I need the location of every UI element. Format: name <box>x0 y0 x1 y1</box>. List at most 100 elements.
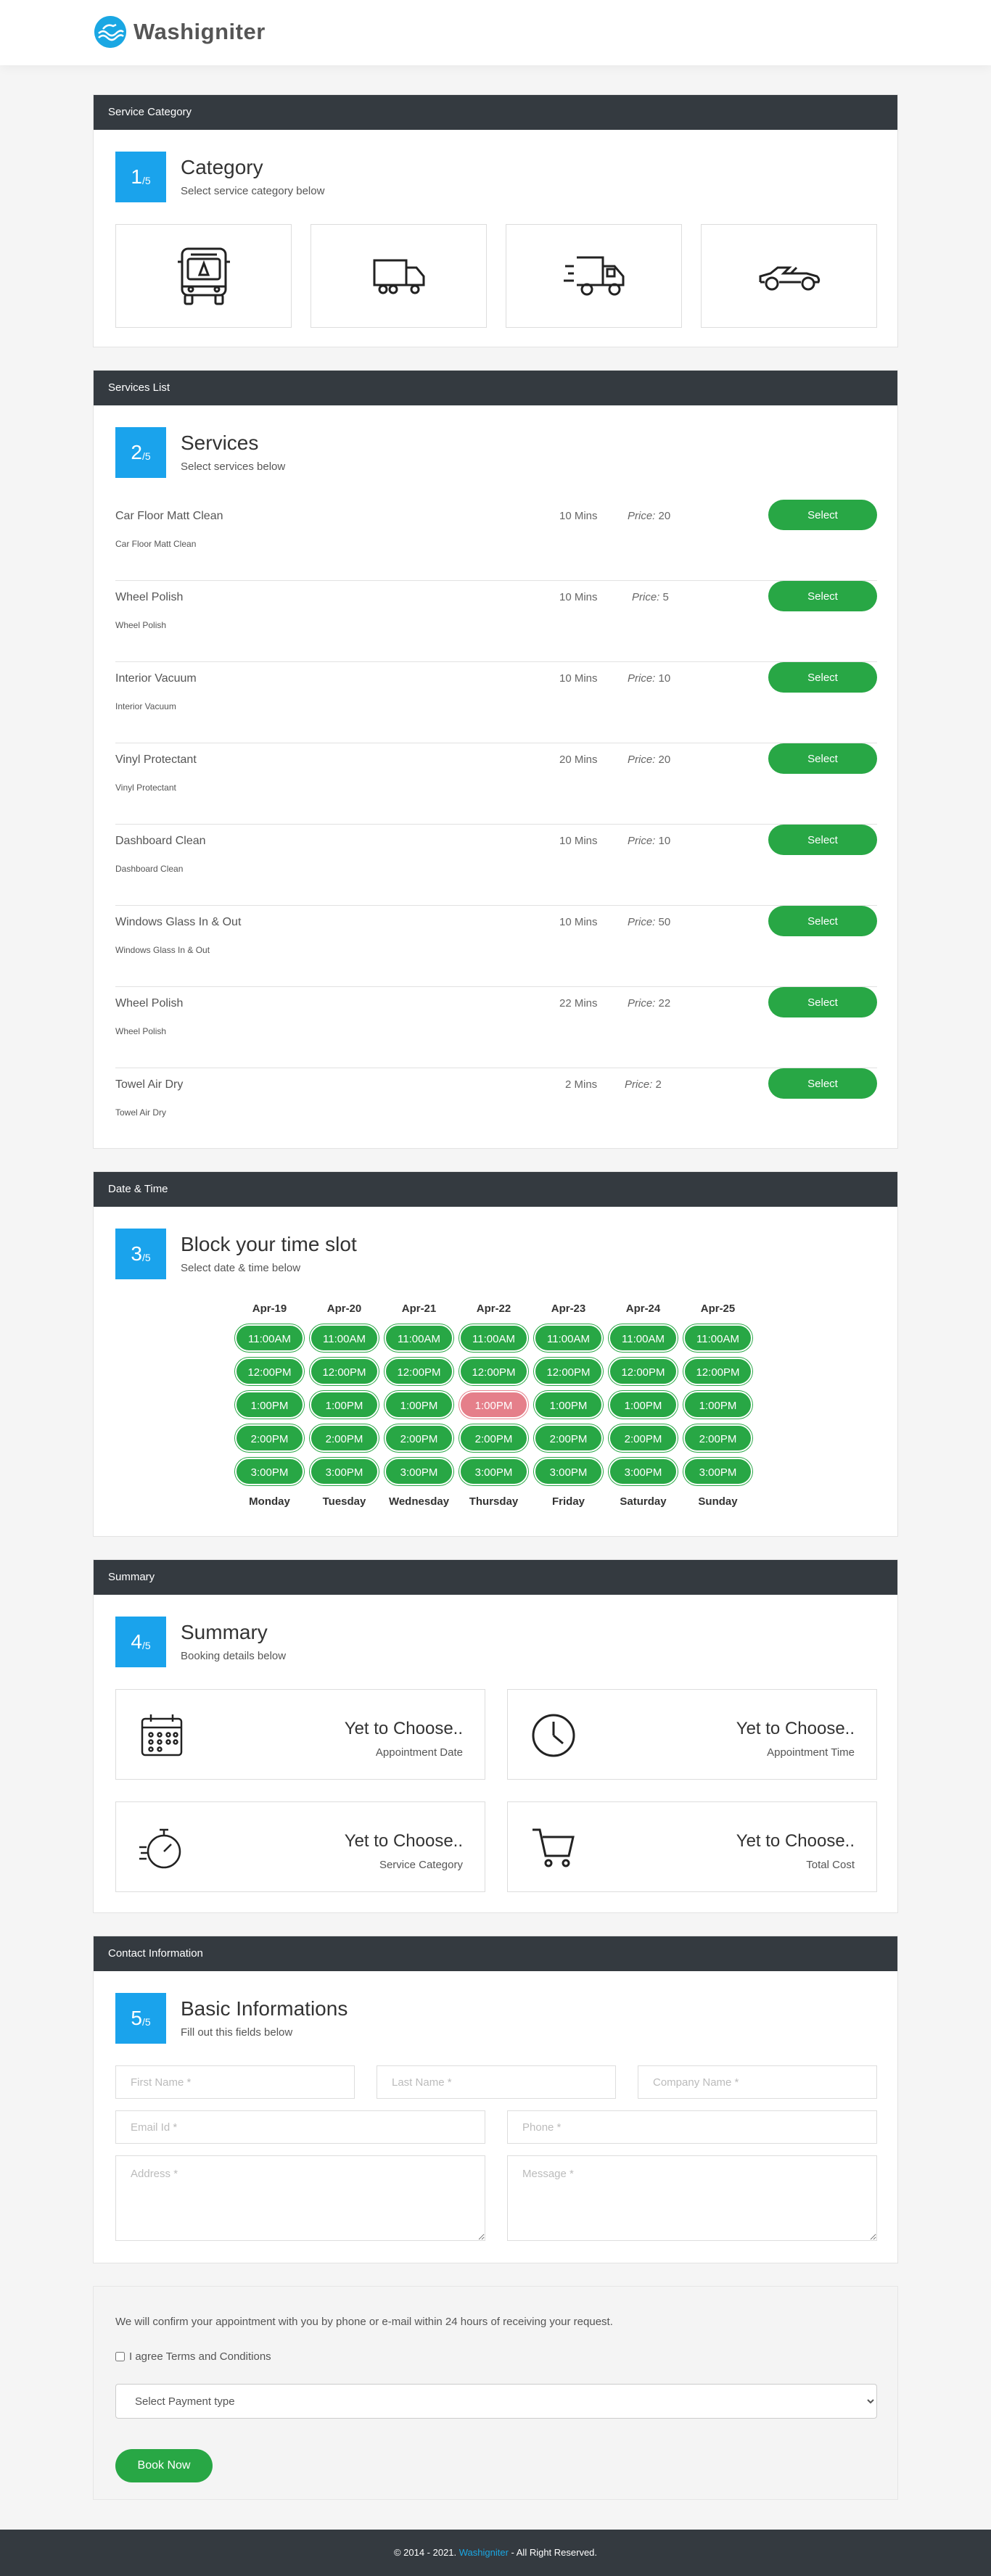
select-button[interactable]: Select <box>768 987 877 1017</box>
step-badge: 1/5 <box>115 152 166 202</box>
time-slot[interactable]: 3:00PM <box>459 1458 528 1485</box>
brand[interactable]: Washigniter <box>94 16 266 48</box>
time-slot[interactable]: 11:00AM <box>310 1324 379 1352</box>
category-truck[interactable] <box>311 224 487 328</box>
company-name-field[interactable] <box>638 2065 877 2099</box>
time-slot[interactable]: 1:00PM <box>385 1391 453 1419</box>
time-slot[interactable]: 11:00AM <box>534 1324 603 1352</box>
category-delivery[interactable] <box>506 224 682 328</box>
summary-section: Summary 4/5 Summary Booking details belo… <box>93 1559 898 1913</box>
time-slot[interactable]: 12:00PM <box>385 1358 453 1385</box>
time-slot[interactable]: 2:00PM <box>534 1424 603 1452</box>
step-badge: 2/5 <box>115 427 166 478</box>
time-slot[interactable]: 11:00AM <box>385 1324 453 1352</box>
time-slot[interactable]: 2:00PM <box>609 1424 678 1452</box>
time-slot[interactable]: 3:00PM <box>385 1458 453 1485</box>
terms-checkbox-label[interactable]: I agree Terms and Conditions <box>115 2350 271 2363</box>
email-field[interactable] <box>115 2110 485 2144</box>
time-slot[interactable]: 1:00PM <box>534 1391 603 1419</box>
time-slot[interactable]: 3:00PM <box>683 1458 752 1485</box>
time-slot[interactable]: 3:00PM <box>310 1458 379 1485</box>
truck-icon <box>373 259 424 294</box>
fast-delivery-truck-icon <box>563 256 624 295</box>
service-desc: Wheel Polish <box>115 620 167 630</box>
time-slot[interactable]: 3:00PM <box>609 1458 678 1485</box>
select-button[interactable]: Select <box>768 825 877 855</box>
time-slot[interactable]: 12:00PM <box>235 1358 304 1385</box>
step-subtitle: Select date & time below <box>181 1262 301 1274</box>
time-slot[interactable]: 12:00PM <box>534 1358 603 1385</box>
time-slot[interactable]: 2:00PM <box>235 1424 304 1452</box>
site-header: Washigniter <box>0 0 991 65</box>
step-subtitle: Select services below <box>181 461 286 473</box>
wave-logo-icon <box>94 16 126 48</box>
time-slot[interactable]: 1:00PM <box>310 1391 379 1419</box>
clock-icon <box>532 1714 575 1757</box>
first-name-field[interactable] <box>115 2065 355 2099</box>
footer-rights: - All Right Reserved. <box>508 2547 598 2558</box>
day-column: Apr-20 11:00AM 12:00PM 1:00PM 2:00PM 3:00PM Tu… <box>310 1303 379 1508</box>
category-section: Service Category 1/5 Category Select ser… <box>93 94 898 347</box>
summary-label: Appointment Time <box>767 1746 855 1759</box>
summary-value: Yet to Choose.. <box>344 1719 463 1738</box>
day-column: Apr-23 11:00AM 12:00PM 1:00PM 2:00PM 3:00PM Fr… <box>534 1303 603 1508</box>
bus-icon <box>177 247 230 305</box>
summary-total-cost: Yet to Choose.. Total Cost <box>507 1801 877 1892</box>
book-now-button[interactable]: Book Now <box>115 2449 213 2482</box>
service-desc: Car Floor Matt Clean <box>115 539 197 549</box>
time-slot[interactable]: 3:00PM <box>235 1458 304 1485</box>
time-slot[interactable]: 11:00AM <box>459 1324 528 1352</box>
summary-label: Total Cost <box>806 1859 855 1871</box>
time-slot[interactable]: 11:00AM <box>235 1324 304 1352</box>
day-date: Apr-22 <box>476 1303 511 1315</box>
time-slot[interactable]: 12:00PM <box>609 1358 678 1385</box>
time-slot[interactable]: 2:00PM <box>459 1424 528 1452</box>
service-price: Price: 2 <box>625 1078 662 1091</box>
message-field[interactable] <box>507 2155 877 2241</box>
step-title: Category <box>181 156 263 178</box>
select-button[interactable]: Select <box>768 743 877 774</box>
summary-appointment-time: Yet to Choose.. Appointment Time <box>507 1689 877 1780</box>
time-slot[interactable]: 12:00PM <box>683 1358 752 1385</box>
service-row: Interior Vacuum Interior Vacuum 10 Mins … <box>115 662 877 743</box>
footer-brand-link[interactable]: Washigniter <box>459 2547 509 2558</box>
select-button[interactable]: Select <box>768 581 877 611</box>
time-slot[interactable]: 1:00PM <box>683 1391 752 1419</box>
service-price: Price: 50 <box>628 916 671 928</box>
time-slot[interactable]: 12:00PM <box>459 1358 528 1385</box>
last-name-field[interactable] <box>377 2065 616 2099</box>
time-slot[interactable]: 2:00PM <box>683 1424 752 1452</box>
summary-service-category: Yet to Choose.. Service Category <box>115 1801 485 1892</box>
time-slot[interactable]: 2:00PM <box>385 1424 453 1452</box>
phone-field[interactable] <box>507 2110 877 2144</box>
day-name: Thursday <box>469 1495 519 1508</box>
address-field[interactable] <box>115 2155 485 2241</box>
time-slot[interactable]: 1:00PM <box>235 1391 304 1419</box>
service-desc: Vinyl Protectant <box>115 783 176 793</box>
day-name: Friday <box>551 1495 585 1508</box>
day-date: Apr-21 <box>401 1303 437 1315</box>
select-button[interactable]: Select <box>768 906 877 936</box>
time-slot[interactable]: 12:00PM <box>310 1358 379 1385</box>
terms-checkbox[interactable] <box>115 2352 125 2361</box>
day-name: Wednesday <box>388 1495 450 1508</box>
category-car[interactable] <box>701 224 877 328</box>
service-desc: Towel Air Dry <box>115 1107 167 1118</box>
time-slot[interactable]: 2:00PM <box>310 1424 379 1452</box>
summary-value: Yet to Choose.. <box>736 1719 855 1738</box>
category-bus[interactable] <box>115 224 292 328</box>
select-button[interactable]: Select <box>768 500 877 530</box>
stopwatch-icon <box>139 1828 181 1869</box>
payment-type-select[interactable]: Select Payment type <box>115 2384 877 2419</box>
select-button[interactable]: Select <box>768 662 877 693</box>
time-slot[interactable]: 11:00AM <box>609 1324 678 1352</box>
select-button[interactable]: Select <box>768 1068 877 1099</box>
step-badge: 5/5 <box>115 1993 166 2044</box>
service-name: Interior Vacuum <box>115 672 197 685</box>
time-slot[interactable]: 11:00AM <box>683 1324 752 1352</box>
summary-label: Service Category <box>379 1859 463 1871</box>
day-date: Apr-20 <box>326 1303 362 1315</box>
time-slot[interactable]: 3:00PM <box>534 1458 603 1485</box>
contact-section: Contact Information 5/5 Basic Informatio… <box>93 1936 898 2263</box>
time-slot[interactable]: 1:00PM <box>609 1391 678 1419</box>
